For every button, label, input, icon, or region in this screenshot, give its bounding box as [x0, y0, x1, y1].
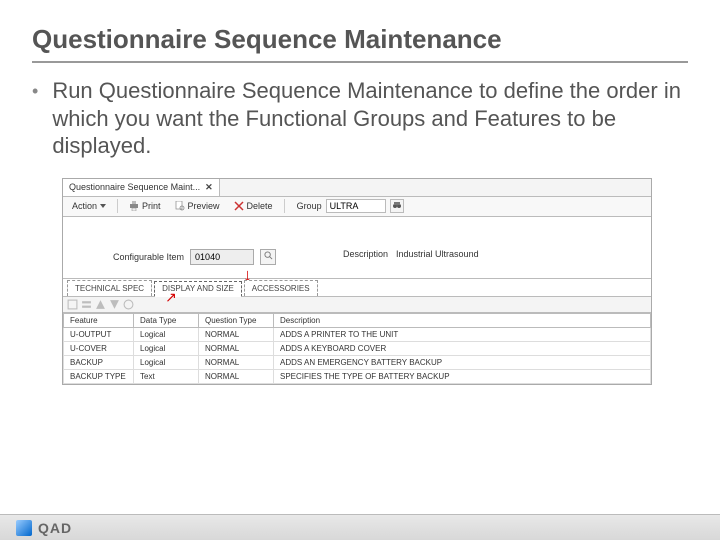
col-feature[interactable]: Feature — [64, 313, 134, 327]
delete-button[interactable]: Delete — [229, 198, 278, 214]
action-menu[interactable]: Action — [67, 198, 111, 214]
item-search-button[interactable] — [260, 249, 276, 265]
delete-label: Delete — [247, 201, 273, 211]
brand-text: QAD — [38, 520, 72, 536]
cell-datatype: Logical — [134, 355, 199, 369]
cell-desc: ADDS AN EMERGENCY BATTERY BACKUP — [274, 355, 651, 369]
desc-label: Description — [343, 249, 388, 259]
feature-grid: Feature Data Type Question Type Descript… — [63, 313, 651, 384]
search-icon — [264, 251, 273, 262]
window-tab[interactable]: Questionnaire Sequence Maint... ✕ — [63, 179, 220, 196]
desc-value: Industrial Ultrasound — [396, 249, 479, 259]
cell-qtype: NORMAL — [199, 341, 274, 355]
separator — [284, 199, 285, 213]
table-row[interactable]: U-OUTPUT Logical NORMAL ADDS A PRINTER T… — [64, 327, 651, 341]
tab-technical-spec[interactable]: TECHNICAL SPEC — [67, 280, 152, 296]
close-icon[interactable]: ✕ — [205, 182, 213, 193]
col-qtype[interactable]: Question Type — [199, 313, 274, 327]
header-area: Configurable Item Description Industrial… — [63, 217, 651, 279]
preview-button[interactable]: Preview — [170, 198, 225, 214]
preview-icon — [175, 201, 185, 211]
tab-label: ACCESSORIES — [252, 284, 310, 293]
page-title: Questionnaire Sequence Maintenance — [32, 24, 688, 63]
action-label: Action — [72, 201, 97, 211]
grid-toolbar — [63, 297, 651, 313]
grid-tool-icon[interactable] — [81, 299, 92, 310]
tab-accessories[interactable]: ACCESSORIES — [244, 280, 318, 296]
sub-tabs: TECHNICAL SPEC DISPLAY AND SIZE ↗ ACCESS… — [63, 279, 651, 297]
table-row[interactable]: BACKUP Logical NORMAL ADDS AN EMERGENCY … — [64, 355, 651, 369]
qad-logo-icon — [16, 520, 32, 536]
window-tab-label: Questionnaire Sequence Maint... — [69, 182, 200, 192]
bullet-text: Run Questionnaire Sequence Maintenance t… — [52, 77, 688, 160]
binoculars-icon — [392, 200, 402, 212]
arrow-down-icon: ↓ — [243, 270, 252, 280]
cell-qtype: NORMAL — [199, 369, 274, 383]
toolbar: Action Print Preview Delete — [63, 197, 651, 217]
item-label: Configurable Item — [113, 252, 184, 262]
delete-icon — [234, 201, 244, 211]
cell-desc: ADDS A KEYBOARD COVER — [274, 341, 651, 355]
chevron-down-icon — [100, 204, 106, 208]
printer-icon — [129, 201, 139, 211]
col-datatype[interactable]: Data Type — [134, 313, 199, 327]
grid-tool-icon[interactable] — [123, 299, 134, 310]
preview-label: Preview — [188, 201, 220, 211]
arrow-up-icon: ↗ — [165, 289, 177, 306]
col-description[interactable]: Description — [274, 313, 651, 327]
grid-tool-icon[interactable] — [67, 299, 78, 310]
group-search-button[interactable] — [390, 199, 404, 213]
cell-qtype: NORMAL — [199, 327, 274, 341]
app-window: Questionnaire Sequence Maint... ✕ Action… — [62, 178, 652, 385]
item-input[interactable] — [190, 249, 254, 265]
cell-datatype: Text — [134, 369, 199, 383]
cell-feature: U-COVER — [64, 341, 134, 355]
group-input[interactable] — [326, 199, 386, 213]
print-label: Print — [142, 201, 161, 211]
cell-desc: ADDS A PRINTER TO THE UNIT — [274, 327, 651, 341]
cell-desc: SPECIFIES THE TYPE OF BATTERY BACKUP — [274, 369, 651, 383]
cell-qtype: NORMAL — [199, 355, 274, 369]
bullet-icon: • — [32, 77, 38, 105]
print-button[interactable]: Print — [124, 198, 166, 214]
tab-label: TECHNICAL SPEC — [75, 284, 144, 293]
group-label: Group — [297, 201, 322, 211]
window-tabstrip: Questionnaire Sequence Maint... ✕ — [63, 179, 651, 197]
table-header-row: Feature Data Type Question Type Descript… — [64, 313, 651, 327]
table-row[interactable]: U-COVER Logical NORMAL ADDS A KEYBOARD C… — [64, 341, 651, 355]
tab-display-and-size[interactable]: DISPLAY AND SIZE ↗ — [154, 281, 242, 297]
table-row[interactable]: BACKUP TYPE Text NORMAL SPECIFIES THE TY… — [64, 369, 651, 383]
cell-feature: U-OUTPUT — [64, 327, 134, 341]
grid-tool-icon[interactable] — [95, 299, 106, 310]
cell-feature: BACKUP TYPE — [64, 369, 134, 383]
cell-datatype: Logical — [134, 341, 199, 355]
grid-tool-icon[interactable] — [109, 299, 120, 310]
cell-feature: BACKUP — [64, 355, 134, 369]
footer: QAD — [0, 514, 720, 540]
cell-datatype: Logical — [134, 327, 199, 341]
separator — [117, 199, 118, 213]
